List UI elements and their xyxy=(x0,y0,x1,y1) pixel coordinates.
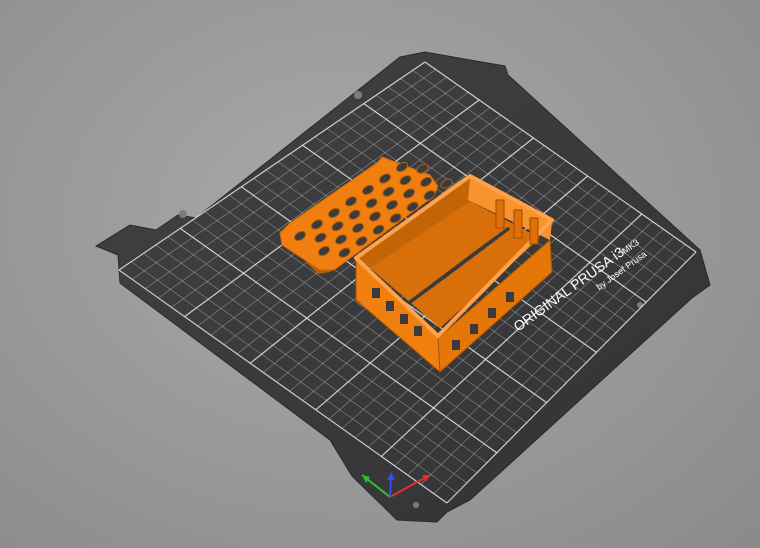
base-standoff xyxy=(529,217,539,245)
base-standoff xyxy=(513,209,523,239)
3d-viewport[interactable]: ORIGINAL PRUSA i3 MK3 by Josef Prusa xyxy=(0,0,760,548)
wall-cutout xyxy=(506,292,514,302)
wall-cutout xyxy=(452,340,460,350)
wall-cutout xyxy=(386,301,394,311)
wall-cutout xyxy=(400,314,408,324)
scene[interactable]: ORIGINAL PRUSA i3 MK3 by Josef Prusa xyxy=(0,0,760,548)
wall-cutout xyxy=(470,324,478,334)
sheet-hole xyxy=(179,210,187,218)
wall-cutout xyxy=(372,288,380,298)
sheet-hole xyxy=(413,502,419,508)
sheet-hole xyxy=(354,91,362,99)
wall-cutout xyxy=(488,308,496,318)
base-standoff xyxy=(495,199,505,229)
wall-cutout xyxy=(414,326,422,336)
